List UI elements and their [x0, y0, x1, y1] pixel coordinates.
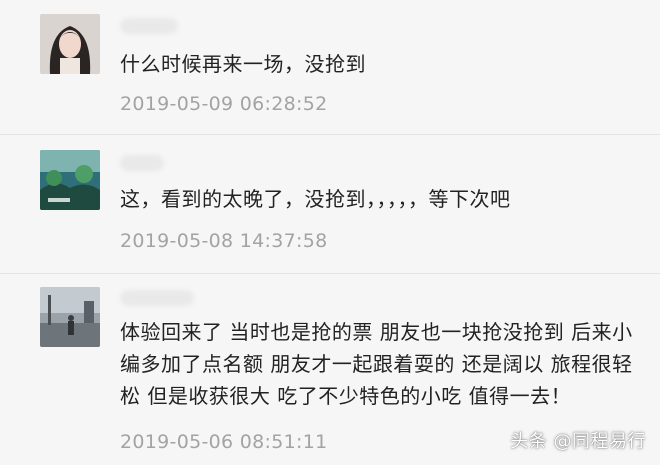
comment-text: 什么时候再来一场，没抢到 — [120, 52, 366, 76]
comment-list: 用户 什么时候再来一场，没抢到 2019-05-09 06:28:52 用户 这… — [0, 0, 660, 465]
comment-timestamp: 2019-05-08 14:37:58 — [120, 230, 328, 252]
watermark: 头条 @同程易行 — [510, 431, 646, 452]
comment-item: 用户 这，看到的太晚了，没抢到，，，，，等下次吧 2019-05-08 14:3… — [0, 135, 660, 273]
comment-text: 体验回来了 当时也是抢的票 朋友也一块抢没抢到 后来小编多加了点名额 朋友才一起… — [120, 320, 633, 408]
username[interactable]: 用户 — [120, 18, 178, 34]
avatar-image — [40, 150, 100, 210]
username[interactable]: 用户 — [120, 290, 194, 306]
avatar-image — [40, 287, 100, 347]
rainy-street-avatar[interactable] — [40, 287, 100, 347]
comment-text: 这，看到的太晚了，没抢到，，，，，等下次吧 — [120, 187, 511, 211]
comment-item: 用户 什么时候再来一场，没抢到 2019-05-09 06:28:52 — [0, 0, 660, 134]
avatar-image — [40, 14, 100, 74]
username[interactable]: 用户 — [120, 155, 164, 171]
green-scenery-avatar[interactable] — [40, 150, 100, 210]
comment-timestamp: 2019-05-06 08:51:11 — [120, 431, 328, 453]
girl-portrait-avatar[interactable] — [40, 14, 100, 74]
comment-timestamp: 2019-05-09 06:28:52 — [120, 93, 328, 115]
